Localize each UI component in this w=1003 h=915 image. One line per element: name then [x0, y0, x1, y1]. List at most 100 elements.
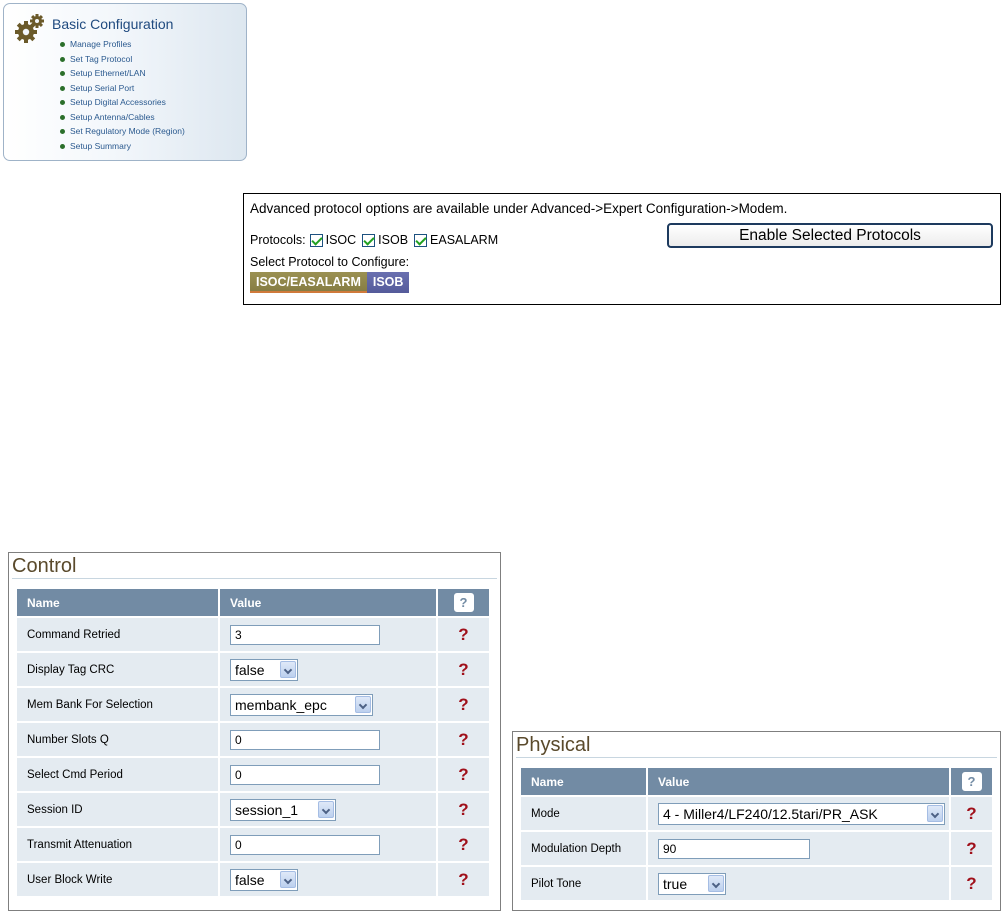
- display-tag-crc-select[interactable]: false: [230, 658, 298, 681]
- chevron-down-icon[interactable]: [280, 871, 296, 888]
- mode-select[interactable]: 4 - Miller4/LF240/12.5tari/PR_ASK: [658, 802, 945, 825]
- tab-isoc-easalarm[interactable]: ISOC/EASALARM: [250, 272, 367, 293]
- table-row: Session ID session_1 ?: [15, 791, 491, 828]
- checkbox-checked-icon[interactable]: [362, 233, 376, 247]
- checkbox-checked-icon[interactable]: [309, 233, 323, 247]
- control-panel-title: Control: [12, 555, 77, 577]
- panel-divider: [516, 757, 997, 758]
- bullet-icon: [60, 71, 65, 76]
- transmit-attenuation-input[interactable]: [230, 834, 380, 855]
- bullet-icon: [60, 114, 65, 120]
- control-panel: Control Name Value ? Command Retried ? D…: [8, 552, 501, 911]
- modulation-depth-input[interactable]: [658, 838, 810, 859]
- table-row: Pilot Tone true ?: [519, 865, 994, 902]
- bullet-icon: [60, 129, 65, 134]
- nav-item-setup-antenna-cables[interactable]: Setup Antenna/Cables: [60, 110, 185, 125]
- help-header[interactable]: ?: [436, 587, 491, 618]
- chevron-down-icon[interactable]: [355, 696, 371, 713]
- protocols-row: Protocols: ISOC ISOB EASALARM: [250, 233, 504, 247]
- table-row: Number Slots Q ?: [15, 721, 491, 758]
- row-label: Transmit Attenuation: [15, 826, 220, 863]
- row-label: Select Cmd Period: [15, 756, 220, 793]
- nav-item-setup-summary[interactable]: Setup Summary: [60, 139, 185, 154]
- physical-panel: Physical Name Value ? Mode 4 - Miller4/L…: [512, 731, 1001, 911]
- chevron-down-icon[interactable]: [280, 661, 296, 678]
- protocol-checkbox-easalarm[interactable]: EASALARM: [414, 233, 498, 247]
- bullet-icon: [60, 143, 65, 149]
- help-icon[interactable]: ?: [453, 593, 474, 612]
- mem-bank-select[interactable]: membank_epc: [230, 693, 373, 716]
- nav-title: Basic Configuration: [52, 16, 174, 32]
- column-header-value: Value: [646, 766, 951, 797]
- help-icon[interactable]: ?: [458, 625, 468, 644]
- help-icon[interactable]: ?: [961, 772, 982, 791]
- bullet-icon: [60, 100, 65, 105]
- chevron-down-icon[interactable]: [318, 801, 334, 818]
- select-protocol-label: Select Protocol to Configure:: [250, 255, 410, 269]
- nav-item-setup-digital-accessories[interactable]: Setup Digital Accessories: [60, 95, 185, 110]
- row-label: Mem Bank For Selection: [15, 686, 220, 723]
- basic-configuration-menu: Basic Configuration Manage Profiles Set …: [3, 3, 247, 161]
- table-row: User Block Write false ?: [15, 861, 491, 898]
- enable-selected-protocols-button[interactable]: Enable Selected Protocols: [667, 223, 993, 248]
- row-label: Modulation Depth: [519, 830, 648, 867]
- select-cmd-period-input[interactable]: [230, 764, 380, 785]
- nav-item-set-tag-protocol[interactable]: Set Tag Protocol: [60, 52, 185, 67]
- nav-list: Manage Profiles Set Tag Protocol Setup E…: [60, 37, 185, 153]
- nav-item-setup-serial-port[interactable]: Setup Serial Port: [60, 81, 185, 96]
- gears-icon: [15, 14, 44, 43]
- nav-item-setup-ethernet-lan[interactable]: Setup Ethernet/LAN: [60, 66, 185, 81]
- table-row: Mode 4 - Miller4/LF240/12.5tari/PR_ASK ?: [519, 795, 994, 832]
- help-icon[interactable]: ?: [458, 765, 468, 784]
- bullet-icon: [60, 56, 65, 62]
- table-row: Select Cmd Period ?: [15, 756, 491, 793]
- table-row: Display Tag CRC false ?: [15, 651, 491, 688]
- help-icon[interactable]: ?: [458, 870, 468, 889]
- nav-item-set-regulatory-mode[interactable]: Set Regulatory Mode (Region): [60, 124, 185, 139]
- number-slots-q-input[interactable]: [230, 729, 380, 750]
- help-icon[interactable]: ?: [458, 660, 468, 679]
- help-icon[interactable]: ?: [458, 730, 468, 749]
- help-header[interactable]: ?: [949, 766, 994, 797]
- row-label: Number Slots Q: [15, 721, 220, 758]
- protocols-label: Protocols:: [250, 233, 306, 247]
- tab-isob[interactable]: ISOB: [366, 272, 410, 293]
- column-header-name: Name: [15, 587, 220, 618]
- table-row: Modulation Depth ?: [519, 830, 994, 867]
- help-icon[interactable]: ?: [966, 804, 976, 823]
- physical-panel-title: Physical: [516, 734, 591, 756]
- help-icon[interactable]: ?: [458, 835, 468, 854]
- control-table: Name Value ? Command Retried ? Display T…: [15, 587, 491, 898]
- bullet-icon: [60, 85, 65, 91]
- row-label: Pilot Tone: [519, 865, 648, 902]
- protocol-selection-panel: Advanced protocol options are available …: [243, 193, 1001, 305]
- checkbox-checked-icon[interactable]: [414, 233, 428, 247]
- bullet-icon: [60, 42, 65, 47]
- row-label: Session ID: [15, 791, 220, 828]
- row-label: Command Retried: [15, 616, 220, 653]
- session-id-select[interactable]: session_1: [230, 798, 336, 821]
- help-icon[interactable]: ?: [966, 839, 976, 858]
- command-retried-input[interactable]: [230, 624, 380, 645]
- protocol-tabs: ISOC/EASALARM ISOB: [250, 272, 410, 293]
- user-block-write-select[interactable]: false: [230, 868, 298, 891]
- advanced-options-note: Advanced protocol options are available …: [250, 201, 788, 216]
- help-icon[interactable]: ?: [458, 800, 468, 819]
- table-row: Mem Bank For Selection membank_epc ?: [15, 686, 491, 723]
- row-label: Mode: [519, 795, 648, 832]
- table-row: Command Retried ?: [15, 616, 491, 653]
- protocol-checkbox-isoc[interactable]: ISOC: [309, 233, 356, 247]
- table-row: Transmit Attenuation ?: [15, 826, 491, 863]
- chevron-down-icon[interactable]: [708, 875, 724, 892]
- column-header-name: Name: [519, 766, 648, 797]
- nav-item-manage-profiles[interactable]: Manage Profiles: [60, 37, 185, 52]
- protocol-checkbox-isob[interactable]: ISOB: [362, 233, 408, 247]
- physical-table: Name Value ? Mode 4 - Miller4/LF240/12.5…: [519, 766, 994, 902]
- panel-divider: [12, 578, 497, 579]
- help-icon[interactable]: ?: [966, 874, 976, 893]
- pilot-tone-select[interactable]: true: [658, 872, 726, 895]
- chevron-down-icon[interactable]: [927, 805, 943, 822]
- row-label: User Block Write: [15, 861, 220, 898]
- help-icon[interactable]: ?: [458, 695, 468, 714]
- column-header-value: Value: [218, 587, 438, 618]
